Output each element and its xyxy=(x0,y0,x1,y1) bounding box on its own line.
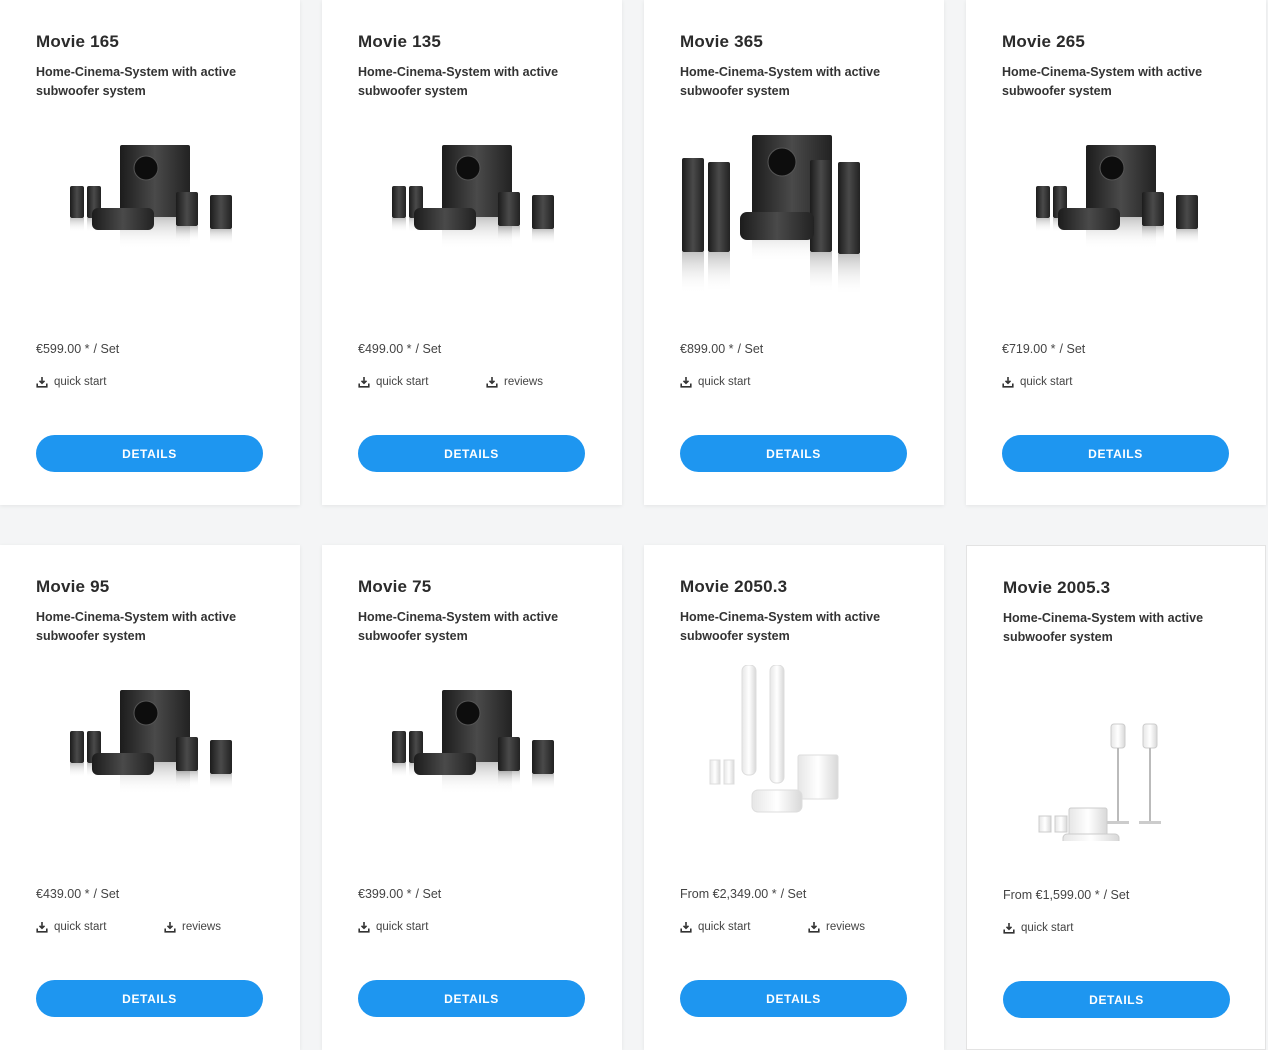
download-icon xyxy=(36,376,48,388)
product-subtitle: Home-Cinema-System with active subwoofer… xyxy=(680,65,881,98)
price-value: From €1,599.00 * xyxy=(1003,888,1100,902)
product-card: Movie 2005.3 Home-Cinema-System with acti… xyxy=(966,545,1266,1050)
product-card: Movie 2050.3 Home-Cinema-System with acti… xyxy=(644,545,944,1050)
reviews-link[interactable]: reviews xyxy=(164,921,221,933)
details-button[interactable]: DETAILS xyxy=(358,980,585,1017)
download-icon xyxy=(808,921,820,933)
product-price: From €1,599.00 * / Set xyxy=(1003,888,1129,902)
product-image[interactable] xyxy=(36,120,264,295)
product-price: €899.00 * / Set xyxy=(680,342,763,356)
product-subtitle: Home-Cinema-System with active subwoofer… xyxy=(358,65,559,98)
product-image[interactable] xyxy=(1003,666,1231,841)
price-value: From €2,349.00 * xyxy=(680,887,777,901)
details-button[interactable]: DETAILS xyxy=(358,435,585,472)
download-icon xyxy=(358,921,370,933)
product-price: €399.00 * / Set xyxy=(358,887,441,901)
price-unit: / Set xyxy=(93,887,120,901)
quick-start-link[interactable]: quick start xyxy=(1002,376,1072,388)
quick-start-link[interactable]: quick start xyxy=(680,921,750,933)
download-icon xyxy=(680,921,692,933)
price-unit: / Set xyxy=(93,342,120,356)
product-card: Movie 265 Home-Cinema-System with active … xyxy=(966,0,1266,505)
price-unit: / Set xyxy=(415,887,442,901)
quick-start-link[interactable]: quick start xyxy=(358,921,428,933)
product-price: €719.00 * / Set xyxy=(1002,342,1085,356)
details-button[interactable]: DETAILS xyxy=(1003,981,1230,1018)
download-icon xyxy=(164,921,176,933)
price-value: €499.00 * xyxy=(358,342,412,356)
product-image[interactable] xyxy=(680,665,908,840)
product-subtitle: Home-Cinema-System with active subwoofer… xyxy=(36,610,237,643)
download-icon xyxy=(1002,376,1014,388)
product-title[interactable]: Movie 75 xyxy=(358,577,431,597)
details-button[interactable]: DETAILS xyxy=(680,435,907,472)
product-title[interactable]: Movie 2005.3 xyxy=(1003,578,1110,598)
link-label: quick start xyxy=(698,921,751,933)
product-subtitle: Home-Cinema-System with active subwoofer… xyxy=(36,65,237,98)
link-label: quick start xyxy=(698,376,751,388)
product-title[interactable]: Movie 165 xyxy=(36,32,119,52)
quick-start-link[interactable]: quick start xyxy=(680,376,750,388)
product-title[interactable]: Movie 135 xyxy=(358,32,441,52)
product-card: Movie 95 Home-Cinema-System with active s… xyxy=(0,545,300,1050)
product-price: €599.00 * / Set xyxy=(36,342,119,356)
download-icon xyxy=(486,376,498,388)
price-value: €899.00 * xyxy=(680,342,734,356)
details-button[interactable]: DETAILS xyxy=(36,980,263,1017)
download-icon xyxy=(36,921,48,933)
quick-start-link[interactable]: quick start xyxy=(358,376,428,388)
product-image[interactable] xyxy=(358,120,586,295)
download-icon xyxy=(1003,922,1015,934)
link-label: quick start xyxy=(376,376,429,388)
link-label: quick start xyxy=(1021,922,1074,934)
quick-start-link[interactable]: quick start xyxy=(36,376,106,388)
price-value: €399.00 * xyxy=(358,887,412,901)
product-card: Movie 75 Home-Cinema-System with active s… xyxy=(322,545,622,1050)
link-label: quick start xyxy=(1020,376,1073,388)
product-price: €439.00 * / Set xyxy=(36,887,119,901)
quick-start-link[interactable]: quick start xyxy=(36,921,106,933)
product-title[interactable]: Movie 2050.3 xyxy=(680,577,787,597)
product-subtitle: Home-Cinema-System with active subwoofer… xyxy=(1003,611,1204,644)
price-value: €599.00 * xyxy=(36,342,90,356)
link-label: quick start xyxy=(54,376,107,388)
price-value: €719.00 * xyxy=(1002,342,1056,356)
download-icon xyxy=(680,376,692,388)
quick-start-link[interactable]: quick start xyxy=(1003,922,1073,934)
price-unit: / Set xyxy=(1103,888,1130,902)
product-image[interactable] xyxy=(680,120,908,295)
product-title[interactable]: Movie 95 xyxy=(36,577,109,597)
details-button[interactable]: DETAILS xyxy=(36,435,263,472)
link-label: quick start xyxy=(54,921,107,933)
product-card: Movie 365 Home-Cinema-System with active … xyxy=(644,0,944,505)
product-image[interactable] xyxy=(1002,120,1230,295)
price-unit: / Set xyxy=(780,887,807,901)
product-image[interactable] xyxy=(358,665,586,840)
price-unit: / Set xyxy=(737,342,764,356)
reviews-link[interactable]: reviews xyxy=(808,921,865,933)
product-title[interactable]: Movie 365 xyxy=(680,32,763,52)
price-unit: / Set xyxy=(415,342,442,356)
product-subtitle: Home-Cinema-System with active subwoofer… xyxy=(358,610,559,643)
download-icon xyxy=(358,376,370,388)
link-label: reviews xyxy=(504,376,543,388)
product-price: From €2,349.00 * / Set xyxy=(680,887,806,901)
product-price: €499.00 * / Set xyxy=(358,342,441,356)
product-card: Movie 165 Home-Cinema-System with active … xyxy=(0,0,300,505)
details-button[interactable]: DETAILS xyxy=(680,980,907,1017)
details-button[interactable]: DETAILS xyxy=(1002,435,1229,472)
product-card: Movie 135 Home-Cinema-System with active … xyxy=(322,0,622,505)
link-label: quick start xyxy=(376,921,429,933)
product-grid: Movie 165 Home-Cinema-System with active … xyxy=(0,0,1268,1050)
product-image[interactable] xyxy=(36,665,264,840)
price-unit: / Set xyxy=(1059,342,1086,356)
link-label: reviews xyxy=(182,921,221,933)
product-title[interactable]: Movie 265 xyxy=(1002,32,1085,52)
price-value: €439.00 * xyxy=(36,887,90,901)
reviews-link[interactable]: reviews xyxy=(486,376,543,388)
product-subtitle: Home-Cinema-System with active subwoofer… xyxy=(680,610,881,643)
link-label: reviews xyxy=(826,921,865,933)
product-subtitle: Home-Cinema-System with active subwoofer… xyxy=(1002,65,1203,98)
